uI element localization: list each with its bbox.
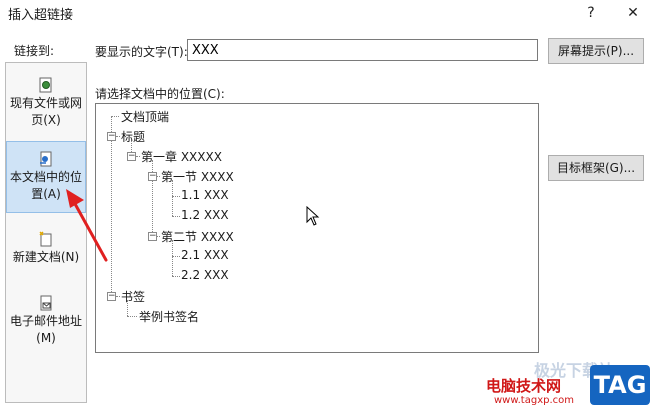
- link-to-label: 链接到:: [14, 44, 55, 58]
- screen-tip-button[interactable]: 屏幕提示(P)...: [548, 38, 644, 64]
- watermark-brand: 电脑技术网: [486, 377, 562, 395]
- tree-node[interactable]: 1.2 XXX: [181, 208, 229, 222]
- tree-node[interactable]: 1.1 XXX: [181, 188, 229, 202]
- nav-place-line2: 置(A): [31, 187, 61, 201]
- new-document-icon: [39, 231, 52, 247]
- email-icon: [40, 295, 52, 311]
- red-arrow-annotation-icon: [66, 189, 108, 262]
- help-button[interactable]: ?: [578, 0, 604, 26]
- nav-existing-file-line2: 页(X): [31, 113, 61, 127]
- mouse-cursor-icon: [306, 206, 320, 226]
- close-button[interactable]: ✕: [620, 0, 646, 26]
- watermark-tag-logo: TAG: [590, 365, 650, 405]
- nav-email-address[interactable]: 电子邮件地址 (M): [6, 295, 86, 347]
- collapse-toggle[interactable]: −: [107, 132, 116, 141]
- target-frame-button[interactable]: 目标框架(G)...: [548, 155, 644, 181]
- document-anchor-icon: [40, 151, 52, 167]
- document-place-tree[interactable]: − − − − − 文档顶端 标题 第一章 XXXXX 第一节 XXXX 1.1…: [95, 103, 539, 353]
- collapse-toggle[interactable]: −: [148, 232, 157, 241]
- nav-existing-file-line1: 现有文件或网: [9, 96, 82, 110]
- window-title: 插入超链接: [8, 8, 74, 23]
- display-text-input[interactable]: [187, 39, 538, 61]
- collapse-toggle[interactable]: −: [148, 172, 157, 181]
- globe-file-icon: [39, 77, 52, 93]
- collapse-toggle[interactable]: −: [107, 292, 116, 301]
- tree-node[interactable]: 文档顶端: [121, 108, 169, 125]
- watermark: 极光下载站 电脑技术网 www.tagxp.com TAG: [470, 355, 652, 409]
- tree-node[interactable]: 书签: [121, 288, 145, 305]
- tree-node[interactable]: 第一节 XXXX: [161, 168, 234, 185]
- tree-node[interactable]: 2.1 XXX: [181, 248, 229, 262]
- tree-node[interactable]: 标题: [121, 128, 145, 145]
- nav-existing-file[interactable]: 现有文件或网 页(X): [6, 77, 86, 129]
- tree-node[interactable]: 举例书签名: [139, 308, 199, 325]
- nav-place-line1: 本文档中的位: [9, 170, 82, 184]
- tree-node[interactable]: 第一章 XXXXX: [141, 148, 222, 165]
- display-text-label: 要显示的文字(T):: [95, 45, 188, 59]
- watermark-url: www.tagxp.com: [494, 395, 574, 406]
- tree-node[interactable]: 2.2 XXX: [181, 268, 229, 282]
- collapse-toggle[interactable]: −: [127, 152, 136, 161]
- nav-email-line2: (M): [36, 331, 56, 345]
- nav-email-line1: 电子邮件地址: [9, 314, 82, 328]
- tree-node[interactable]: 第二节 XXXX: [161, 228, 234, 245]
- place-label: 请选择文档中的位置(C):: [95, 87, 225, 101]
